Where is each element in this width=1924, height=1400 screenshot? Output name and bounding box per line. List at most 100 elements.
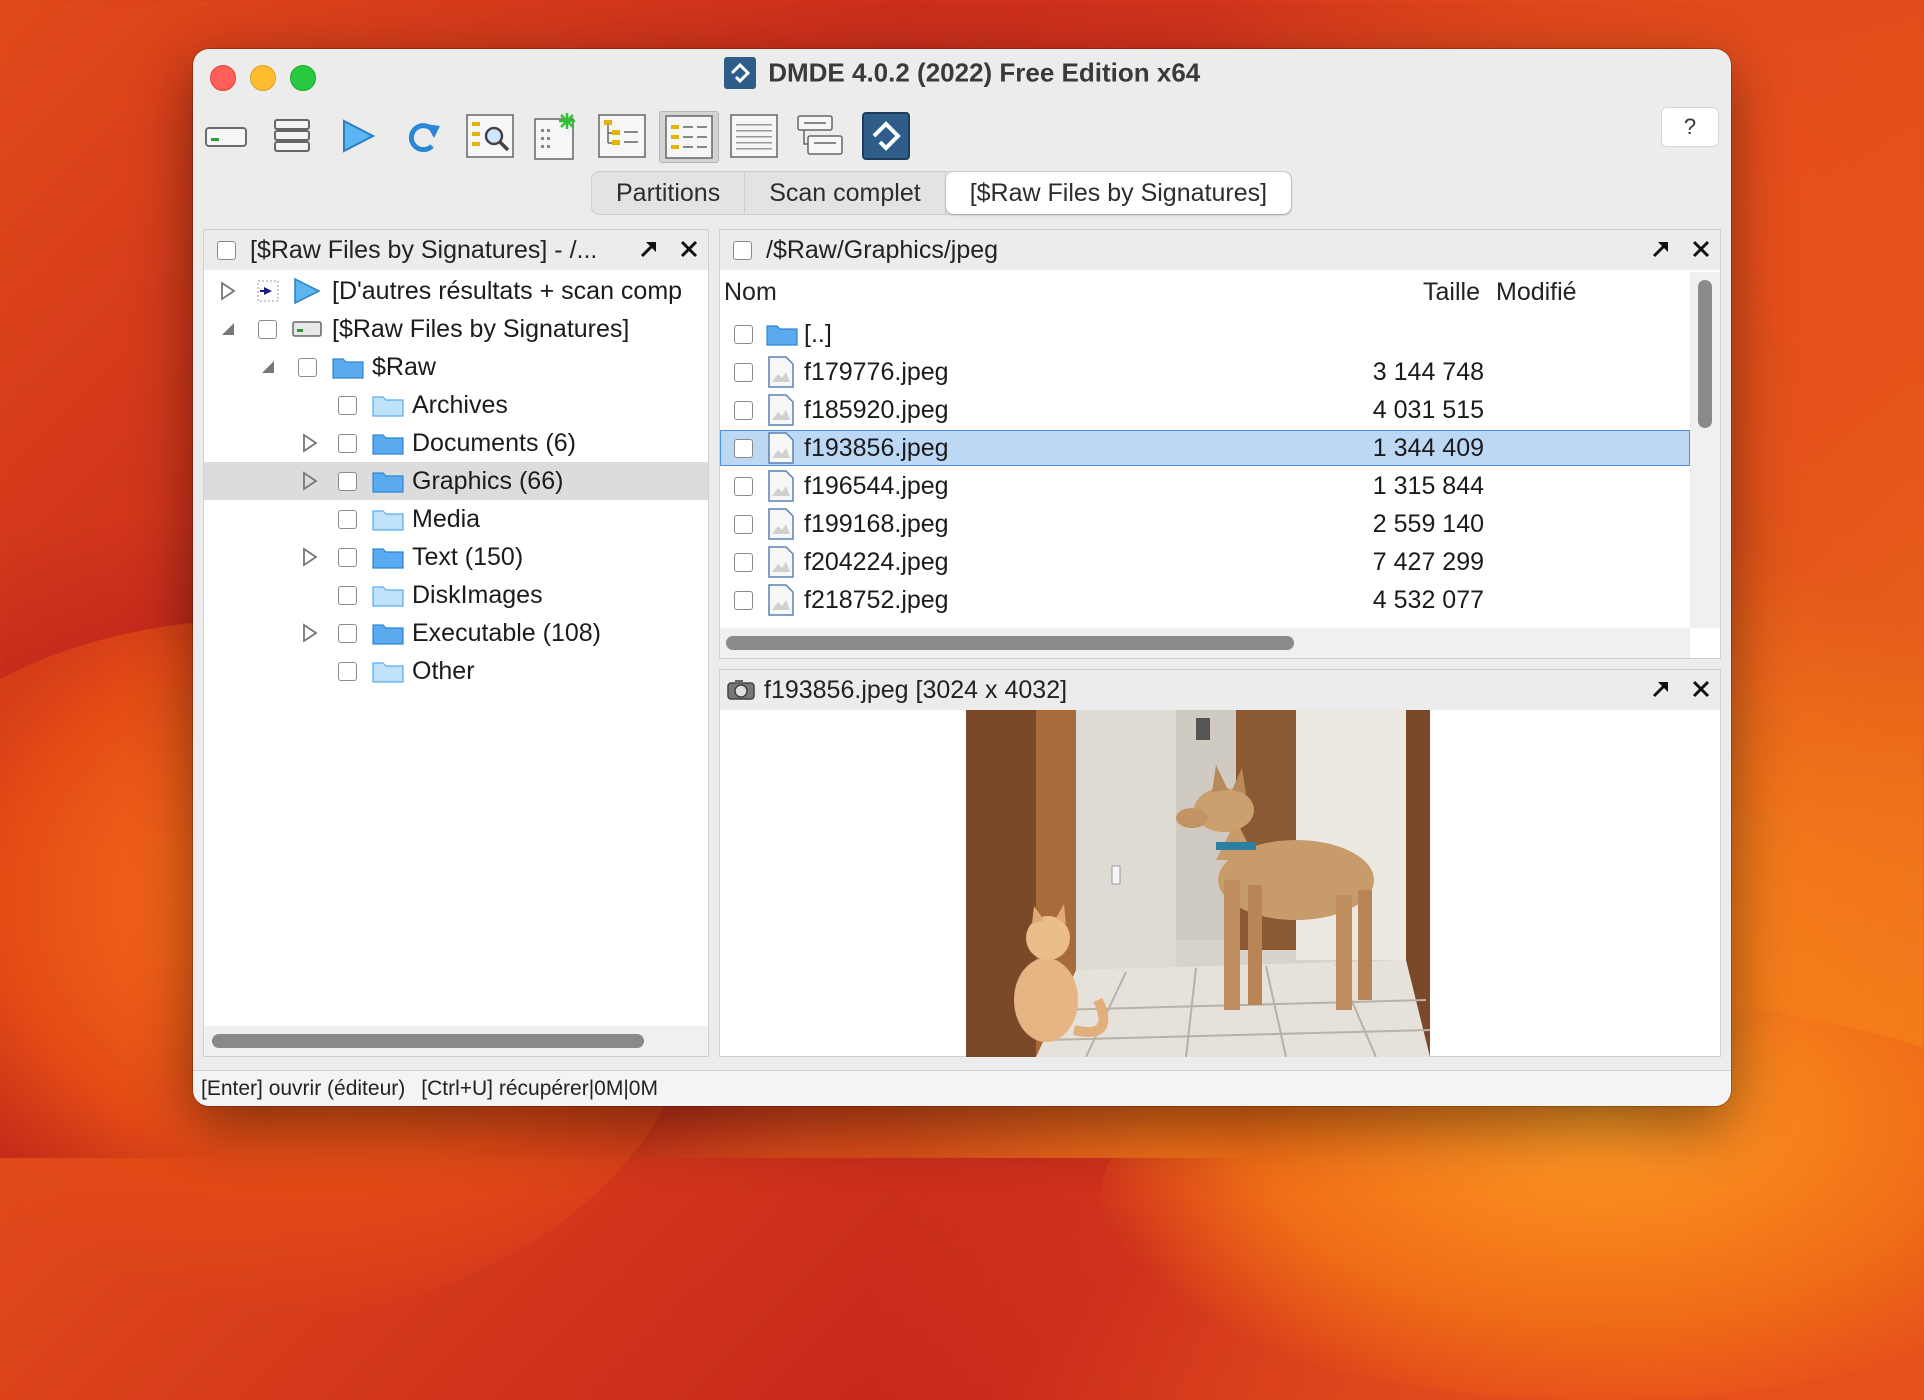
tree-item-text[interactable]: Text (150) bbox=[204, 538, 708, 576]
expand-arrow-icon[interactable] bbox=[300, 471, 320, 491]
tree-item-checkbox[interactable] bbox=[338, 585, 357, 605]
close-panel-icon[interactable] bbox=[1690, 678, 1712, 700]
tree-item-label: $Raw bbox=[372, 352, 436, 381]
tab-raw-files[interactable]: [$Raw Files by Signatures] bbox=[945, 172, 1292, 214]
maximize-panel-icon[interactable] bbox=[1650, 238, 1672, 260]
file-row[interactable]: f218752.jpeg 4 532 077 bbox=[720, 582, 1690, 618]
maximize-panel-icon[interactable] bbox=[1650, 678, 1672, 700]
list-view-button[interactable] bbox=[659, 111, 719, 163]
tree-item-diskimages[interactable]: DiskImages bbox=[204, 576, 708, 614]
tree-item-checkbox[interactable] bbox=[338, 471, 357, 491]
tree-item-checkbox[interactable] bbox=[338, 395, 357, 415]
tree-item-media[interactable]: Media bbox=[204, 500, 708, 538]
row-checkbox[interactable] bbox=[734, 552, 753, 572]
tree-panel-checkbox[interactable] bbox=[217, 240, 236, 260]
help-button[interactable]: ? bbox=[1661, 107, 1719, 147]
refresh-button[interactable] bbox=[395, 111, 453, 161]
file-panel-checkbox[interactable] bbox=[733, 240, 752, 260]
tab-partitions[interactable]: Partitions bbox=[592, 172, 746, 214]
details-view-button[interactable] bbox=[725, 111, 783, 161]
file-row[interactable]: f185920.jpeg 4 031 515 bbox=[720, 392, 1690, 428]
tree-item-checkbox[interactable] bbox=[338, 509, 357, 529]
file-row-parent[interactable]: [..] bbox=[720, 316, 1690, 352]
close-panel-icon[interactable] bbox=[678, 238, 700, 260]
tree-item-checkbox[interactable] bbox=[258, 319, 277, 339]
collapse-arrow-icon[interactable] bbox=[218, 319, 238, 339]
row-checkbox[interactable] bbox=[734, 324, 753, 344]
row-checkbox[interactable] bbox=[734, 476, 753, 496]
open-button[interactable] bbox=[329, 111, 387, 161]
new-panel-icon bbox=[534, 113, 575, 160]
image-preview bbox=[966, 710, 1430, 1057]
close-panel-icon[interactable] bbox=[1690, 238, 1712, 260]
scrollbar-thumb[interactable] bbox=[1698, 280, 1712, 428]
play-icon bbox=[294, 277, 321, 305]
tree-item-executable[interactable]: Executable (108) bbox=[204, 614, 708, 652]
tree-item-label: DiskImages bbox=[412, 580, 543, 609]
scrollbar-thumb[interactable] bbox=[726, 636, 1294, 650]
tree-item-documents[interactable]: Documents (6) bbox=[204, 424, 708, 462]
app-window: DMDE 4.0.2 (2022) Free Edition x64 ? Par… bbox=[193, 49, 1731, 1106]
dmde-logo-icon bbox=[723, 57, 756, 89]
expand-arrow-icon[interactable] bbox=[300, 623, 320, 643]
column-size[interactable]: Taille bbox=[1423, 278, 1480, 307]
row-checkbox[interactable] bbox=[734, 514, 753, 534]
new-panel-button[interactable] bbox=[527, 111, 585, 161]
find-button[interactable] bbox=[461, 111, 519, 161]
camera-icon bbox=[727, 680, 755, 700]
file-row-selected[interactable]: f193856.jpeg 1 344 409 bbox=[720, 430, 1690, 466]
file-panel-header: /$Raw/Graphics/jpeg bbox=[720, 230, 1720, 270]
tree-item-raw-signatures[interactable]: [$Raw Files by Signatures] bbox=[204, 310, 708, 348]
file-name: f199168.jpeg bbox=[804, 509, 949, 538]
tree-item-graphics[interactable]: Graphics (66) bbox=[204, 462, 708, 500]
row-checkbox[interactable] bbox=[734, 438, 753, 458]
status-enter-hint: [Enter] ouvrir (éditeur) bbox=[201, 1076, 406, 1100]
file-row[interactable]: f179776.jpeg 3 144 748 bbox=[720, 354, 1690, 390]
column-modified[interactable]: Modifié bbox=[1496, 278, 1577, 307]
collapse-arrow-icon[interactable] bbox=[258, 357, 278, 377]
file-size: 1 315 844 bbox=[1372, 471, 1484, 500]
preview-title: f193856.jpeg [3024 x 4032] bbox=[764, 675, 1068, 704]
file-row[interactable]: f196544.jpeg 1 315 844 bbox=[720, 468, 1690, 504]
tree-horizontal-scrollbar[interactable] bbox=[204, 1026, 708, 1056]
tree-item-archives[interactable]: Archives bbox=[204, 386, 708, 424]
tree-item-checkbox[interactable] bbox=[338, 661, 357, 681]
tab-scan-complet[interactable]: Scan complet bbox=[745, 172, 946, 214]
file-size: 7 427 299 bbox=[1372, 547, 1484, 576]
maximize-panel-icon[interactable] bbox=[638, 238, 660, 260]
file-row[interactable]: f204224.jpeg 7 427 299 bbox=[720, 544, 1690, 580]
expand-arrow-icon[interactable] bbox=[300, 547, 320, 567]
drive-button[interactable] bbox=[197, 111, 255, 161]
scrollbar-thumb[interactable] bbox=[212, 1034, 644, 1048]
image-file-icon bbox=[768, 394, 794, 426]
tree-item-checkbox[interactable] bbox=[338, 547, 357, 567]
tree-item-raw[interactable]: $Raw bbox=[204, 348, 708, 386]
dmde-button[interactable] bbox=[857, 111, 915, 161]
image-file-icon bbox=[768, 508, 794, 540]
file-list-horizontal-scrollbar[interactable] bbox=[720, 628, 1690, 658]
partitions-button[interactable] bbox=[263, 111, 321, 161]
file-name: f193856.jpeg bbox=[804, 433, 949, 462]
file-list-vertical-scrollbar[interactable] bbox=[1690, 272, 1720, 628]
folder-icon bbox=[372, 586, 404, 607]
tree-view-button[interactable] bbox=[593, 111, 651, 161]
tree-item-checkbox[interactable] bbox=[298, 357, 317, 377]
expand-arrow-icon[interactable] bbox=[300, 433, 320, 453]
row-checkbox[interactable] bbox=[734, 590, 753, 610]
column-name[interactable]: Nom bbox=[724, 278, 777, 307]
expand-arrow-icon[interactable] bbox=[218, 281, 238, 301]
row-checkbox[interactable] bbox=[734, 400, 753, 420]
tree-item-checkbox[interactable] bbox=[338, 623, 357, 643]
tab-bar: Partitions Scan complet [$Raw Files by S… bbox=[591, 171, 1293, 215]
file-panel-path: /$Raw/Graphics/jpeg bbox=[766, 235, 999, 264]
file-row[interactable]: f199168.jpeg 2 559 140 bbox=[720, 506, 1690, 542]
tree-item-label: Executable (108) bbox=[412, 618, 602, 647]
row-checkbox[interactable] bbox=[734, 362, 753, 382]
image-file-icon bbox=[768, 432, 794, 464]
split-view-button[interactable] bbox=[791, 111, 849, 161]
tree-item-checkbox[interactable] bbox=[338, 433, 357, 453]
tree-panel-title: [$Raw Files by Signatures] - /... bbox=[250, 235, 598, 264]
toolbar bbox=[193, 109, 1731, 165]
tree-item-more-results[interactable]: [D'autres résultats + scan comp bbox=[204, 272, 708, 310]
tree-item-other[interactable]: Other bbox=[204, 652, 708, 690]
